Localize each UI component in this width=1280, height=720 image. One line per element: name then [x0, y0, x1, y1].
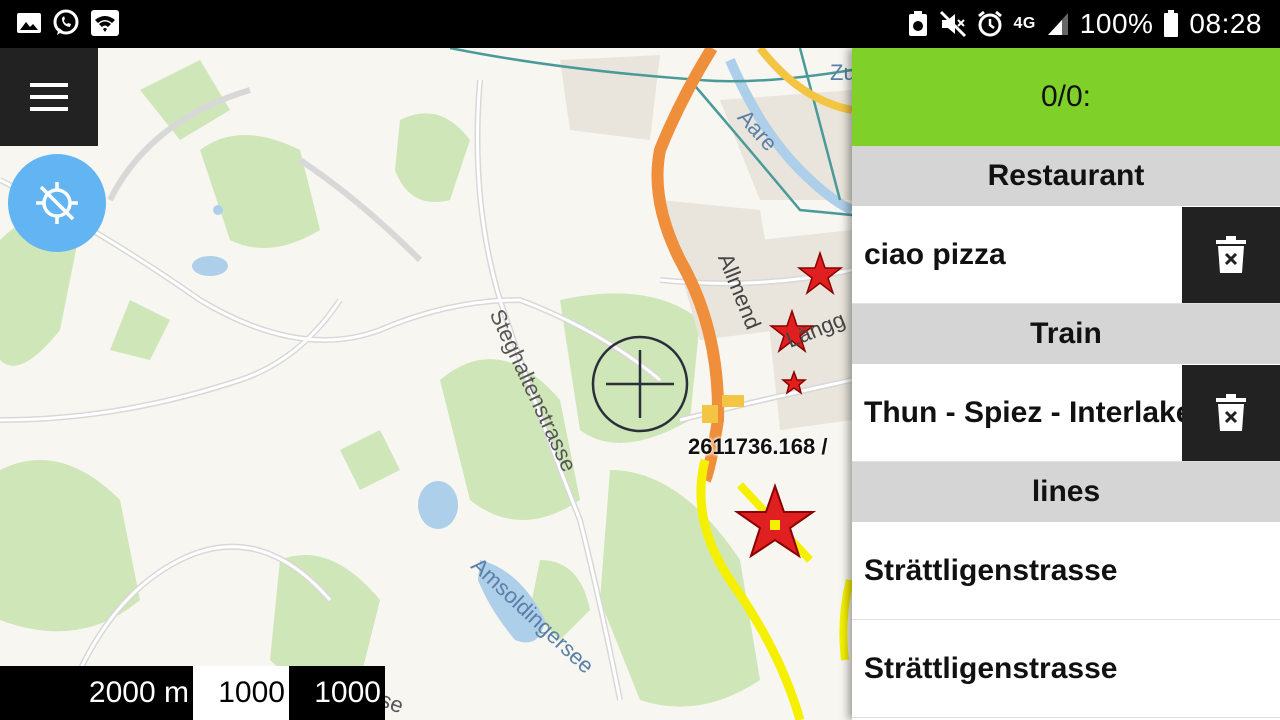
battery-percent: 100%	[1079, 8, 1154, 39]
gps-button[interactable]	[8, 154, 106, 252]
scale-label-2000: 2000 m	[0, 666, 193, 720]
recycle-icon	[907, 10, 929, 38]
list-item[interactable]: Thun - Spiez - Interlaken	[852, 364, 1280, 462]
network-type: 4G	[1013, 15, 1036, 32]
group-header-train: Train	[852, 304, 1280, 364]
panel-header: 0/0:	[852, 48, 1280, 146]
label-zu: Zu	[830, 60, 852, 85]
list-item-label: Strättligenstrasse	[864, 553, 1118, 587]
list-item-label: Strättligenstrasse	[864, 651, 1118, 685]
selection-panel: 0/0: Restaurant ciao pizza Train Thun - …	[852, 48, 1280, 720]
scale-bar: 2000 m 1000 1000	[0, 666, 385, 720]
scale-label-1000-b: 1000	[289, 666, 385, 720]
group-header-lines: lines	[852, 462, 1280, 522]
signal-icon	[1046, 11, 1070, 37]
coordinate-readout: 2611736.168 /	[688, 434, 828, 459]
list-item-label: ciao pizza	[864, 237, 1006, 271]
battery-icon	[1163, 10, 1179, 38]
list-item[interactable]: Strättligenstrasse	[852, 620, 1280, 718]
vibrate-icon	[977, 10, 1003, 38]
wifi-icon	[90, 9, 120, 37]
list-item-label: Thun - Spiez - Interlaken	[864, 395, 1182, 429]
gps-off-icon	[36, 182, 78, 224]
whatsapp-icon	[52, 9, 80, 37]
hamburger-icon	[30, 83, 68, 111]
image-icon	[16, 10, 42, 36]
menu-button[interactable]	[0, 48, 98, 146]
delete-button[interactable]	[1182, 206, 1280, 303]
delete-button[interactable]	[1182, 364, 1280, 461]
crosshair-icon	[591, 335, 689, 433]
clock: 08:28	[1189, 8, 1262, 39]
trash-icon	[1216, 393, 1246, 431]
list-item[interactable]: Strättligenstrasse	[852, 522, 1280, 620]
status-left-icons	[16, 9, 120, 37]
scale-label-1000-a: 1000	[193, 666, 289, 720]
map-view[interactable]: Aare Zu Allmend Steghaltenstrasse Amsold…	[0, 48, 852, 720]
group-header-restaurant: Restaurant	[852, 146, 1280, 206]
trash-icon	[1216, 235, 1246, 273]
status-right-icons: 4G 100% 08:28	[907, 6, 1262, 42]
list-item[interactable]: ciao pizza	[852, 206, 1280, 304]
status-bar: 4G 100% 08:28	[0, 0, 1280, 48]
mute-icon	[939, 10, 967, 38]
map-canvas: Aare Zu Allmend Steghaltenstrasse Amsold…	[0, 48, 852, 720]
